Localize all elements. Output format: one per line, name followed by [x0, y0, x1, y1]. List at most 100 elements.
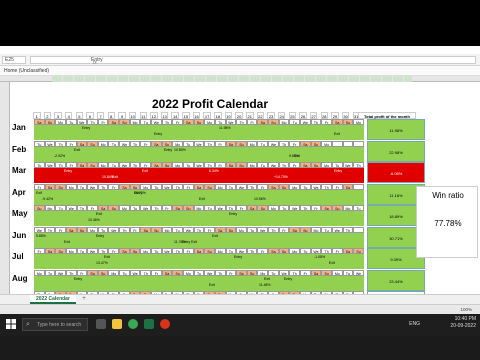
- trade-band: Exit -9.42% Entry Exit 15.73% 10.56%: [34, 189, 364, 205]
- day-number-30: 30: [341, 112, 350, 119]
- trade-label: Entry: [64, 169, 73, 173]
- trade-label: 13.47%: [96, 261, 108, 265]
- win-ratio-value: 77.78%: [434, 219, 462, 228]
- task-view-icon[interactable]: [96, 319, 106, 329]
- formula-input[interactable]: fx Entry: [30, 56, 476, 66]
- zoom-level[interactable]: 100%: [460, 305, 472, 314]
- trade-label: -2.92%: [54, 153, 66, 158]
- day-number-20: 20: [235, 112, 243, 119]
- name-box[interactable]: E25: [2, 56, 26, 64]
- day-number-1: 1: [33, 112, 41, 119]
- day-number-9: 9: [118, 112, 126, 119]
- trade-band: Entry Entry 11.98% Exit: [34, 125, 364, 140]
- day-number-16: 16: [192, 112, 201, 119]
- search-icon: ⌕: [26, 321, 30, 328]
- month-name: Mar: [12, 166, 27, 175]
- trade-segment: [34, 211, 364, 226]
- trade-band: Exit 10.46% Entry: [34, 211, 364, 226]
- trade-label: 11.76%: [174, 239, 186, 244]
- month-profit-cell[interactable]: 11.98%: [367, 119, 425, 140]
- trade-label: 11.48%: [259, 282, 271, 287]
- day-number-26: 26: [299, 112, 307, 119]
- day-number-6: 6: [86, 112, 94, 119]
- sheet-tab-bar: 2022 Calendar +: [0, 294, 480, 304]
- month-row-jan: Jan Sa Su Mo Tu We Th Fr Sa Su Mo Tu We Th Fr Sa Su Mo Tu W…: [10, 119, 425, 141]
- day-number-22: 22: [256, 112, 265, 119]
- win-ratio-title: Win ratio: [432, 191, 464, 200]
- trade-label: Entry: [164, 147, 173, 152]
- month-row-feb: Feb Tu We Th Fr Sa Su Mo Tu We Th Fr Sa Su Mo Tu We Th Fr S…: [10, 140, 425, 163]
- trade-label: Entry: [334, 169, 343, 173]
- file-name: Home (Unclassified): [4, 68, 50, 74]
- day-number-18: 18: [214, 112, 222, 119]
- month-profit-cell[interactable]: 23.44%: [367, 269, 425, 291]
- day-number-14: 14: [171, 112, 179, 119]
- formula-bar: E25 fx Entry: [0, 54, 480, 66]
- month-row-aug: Aug Mo Tu We Th Fr Sa Su Mo Tu We Th Fr Sa Su Mo Tu We Th F…: [10, 269, 425, 292]
- windows-start-icon[interactable]: [6, 319, 16, 329]
- trade-label: 10.80%: [174, 147, 186, 152]
- day-number-7: 7: [96, 112, 105, 119]
- month-name: Jul: [12, 252, 24, 261]
- clock-time: 10:40 PM: [454, 316, 476, 322]
- chrome-icon[interactable]: [128, 319, 138, 329]
- trade-label: 10.46%: [88, 218, 100, 222]
- month-profit-cell[interactable]: 22.98%: [367, 140, 425, 162]
- search-placeholder: Type here to search: [37, 322, 82, 328]
- trade-label: Exit: [264, 276, 270, 281]
- row-headers[interactable]: [0, 82, 10, 294]
- trade-label: 5.85%: [36, 233, 46, 238]
- trade-label: 15.73%: [134, 190, 146, 195]
- excel-window: E25 fx Entry Home (Unclassified) 2022 Pr…: [0, 46, 480, 314]
- trade-label: Exit: [96, 212, 102, 216]
- taskbar-search-input[interactable]: ⌕ Type here to search: [22, 318, 88, 331]
- trade-label: 9.83%: [289, 153, 299, 158]
- trade-segment: [34, 275, 364, 291]
- day-number-28: 28: [320, 112, 329, 119]
- trade-label: -9.42%: [42, 196, 54, 201]
- day-number-11: 11: [139, 112, 147, 119]
- add-sheet-button[interactable]: +: [80, 296, 88, 303]
- trade-label: -1.08%: [314, 255, 326, 259]
- trade-band: Entry Exit Exit 10.84% 6.34% +14.70% Entry: [34, 168, 364, 183]
- month-row-jul: Jul Fr Sa Su Mo Tu We Th Fr Sa Su Mo Tu We Th Fr Sa Su Mo T…: [10, 248, 425, 270]
- tab-2022-calendar[interactable]: 2022 Calendar: [30, 295, 76, 304]
- month-row-jun: Jun We Th Fr Sa Su Mo Tu We Th Fr Sa Su Mo Tu We Th Fr Sa S…: [10, 226, 425, 249]
- day-number-10: 10: [128, 112, 137, 119]
- day-number-29: 29: [331, 112, 339, 119]
- tray-icons[interactable]: ENG: [409, 321, 420, 327]
- trade-label: Exit: [142, 169, 148, 173]
- trade-label: 11.98%: [219, 126, 231, 130]
- trade-label: +14.70%: [274, 175, 288, 179]
- trade-band: Exit 13.47% Entry Exit -1.08%: [34, 254, 364, 269]
- trade-label: Exit: [74, 147, 80, 152]
- day-number-3: 3: [54, 112, 62, 119]
- excel-icon[interactable]: [144, 319, 154, 329]
- trade-band: 5.85% Exit Entry Entry Exit Exit 11.76%: [34, 232, 364, 248]
- app-icon[interactable]: [160, 319, 170, 329]
- day-number-21: 21: [246, 112, 254, 119]
- day-number-19: 19: [224, 112, 233, 119]
- trade-label: Exit: [212, 233, 218, 238]
- trade-label: Exit: [104, 255, 110, 259]
- trade-label: Exit: [334, 132, 340, 136]
- total-profit-header: Total profit of the month: [358, 112, 416, 119]
- trade-label: Entry: [234, 255, 243, 259]
- day-number-12: 12: [150, 112, 158, 119]
- trade-label: Entry: [82, 126, 91, 130]
- clock[interactable]: 10:40 PM 20-09-2022: [450, 316, 476, 330]
- trade-label: Exit: [64, 239, 70, 244]
- month-profit-cell[interactable]: -6.05%: [367, 162, 425, 183]
- language-indicator: ENG: [409, 321, 420, 327]
- page-title: 2022 Profit Calendar: [151, 97, 269, 111]
- windows-taskbar: ⌕ Type here to search ENG 10:40 PM 20-09…: [0, 314, 480, 360]
- day-number-17: 17: [203, 112, 211, 119]
- month-name: Feb: [12, 144, 27, 154]
- trade-label: Exit: [329, 261, 335, 265]
- trade-label: Exit: [36, 190, 42, 195]
- trade-band: Exit -2.92% Entry Exit 10.80% 9.83%: [34, 146, 364, 162]
- trade-label: 10.56%: [254, 196, 266, 201]
- file-explorer-icon[interactable]: [112, 319, 122, 329]
- trade-segment: [34, 168, 364, 183]
- taskbar-strip: ⌕ Type here to search ENG 10:40 PM 20-09…: [0, 314, 480, 336]
